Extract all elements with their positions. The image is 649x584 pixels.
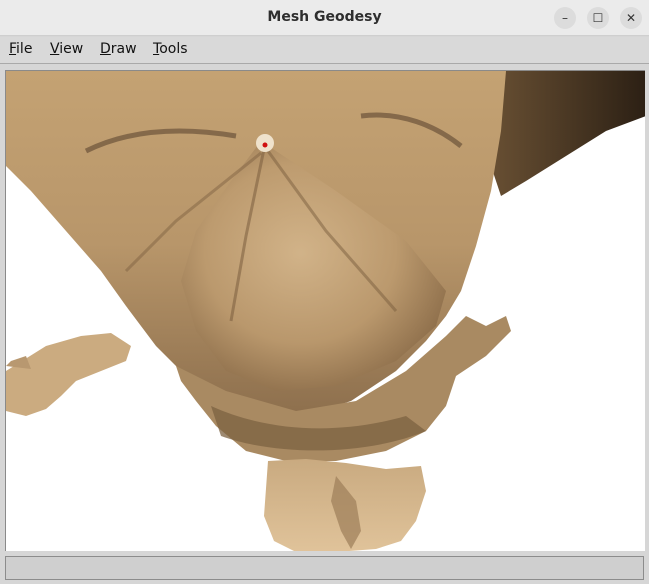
menu-file-mnemonic: F <box>9 41 17 57</box>
minimize-button[interactable]: – <box>554 7 576 29</box>
menu-bar: File View Draw Tools <box>0 37 649 64</box>
menu-view-label: iew <box>59 41 84 57</box>
window-title: Mesh Geodesy <box>267 9 382 25</box>
menu-view-mnemonic: V <box>50 41 60 57</box>
maximize-button[interactable]: ☐ <box>587 7 609 29</box>
close-button[interactable]: ✕ <box>620 7 642 29</box>
menu-draw-label: raw <box>110 41 137 57</box>
menu-tools[interactable]: Tools <box>153 41 188 57</box>
status-bar <box>5 556 644 580</box>
menu-view[interactable]: View <box>50 41 83 57</box>
mesh-viewport[interactable] <box>5 70 645 551</box>
menu-file[interactable]: File <box>9 41 32 57</box>
menu-tools-label: ools <box>159 41 188 57</box>
mesh-render <box>6 71 645 551</box>
maximize-icon: ☐ <box>592 11 604 25</box>
source-point-marker[interactable] <box>262 142 268 148</box>
minimize-icon: – <box>562 11 568 25</box>
title-bar[interactable]: Mesh Geodesy – ☐ ✕ <box>0 0 649 36</box>
close-icon: ✕ <box>625 11 637 25</box>
app-window: Mesh Geodesy – ☐ ✕ File View Draw Tools <box>0 0 649 584</box>
menu-file-label: ile <box>16 41 33 57</box>
menu-draw[interactable]: Draw <box>100 41 137 57</box>
menu-draw-mnemonic: D <box>100 41 111 57</box>
mesh-hand-left <box>6 333 131 416</box>
